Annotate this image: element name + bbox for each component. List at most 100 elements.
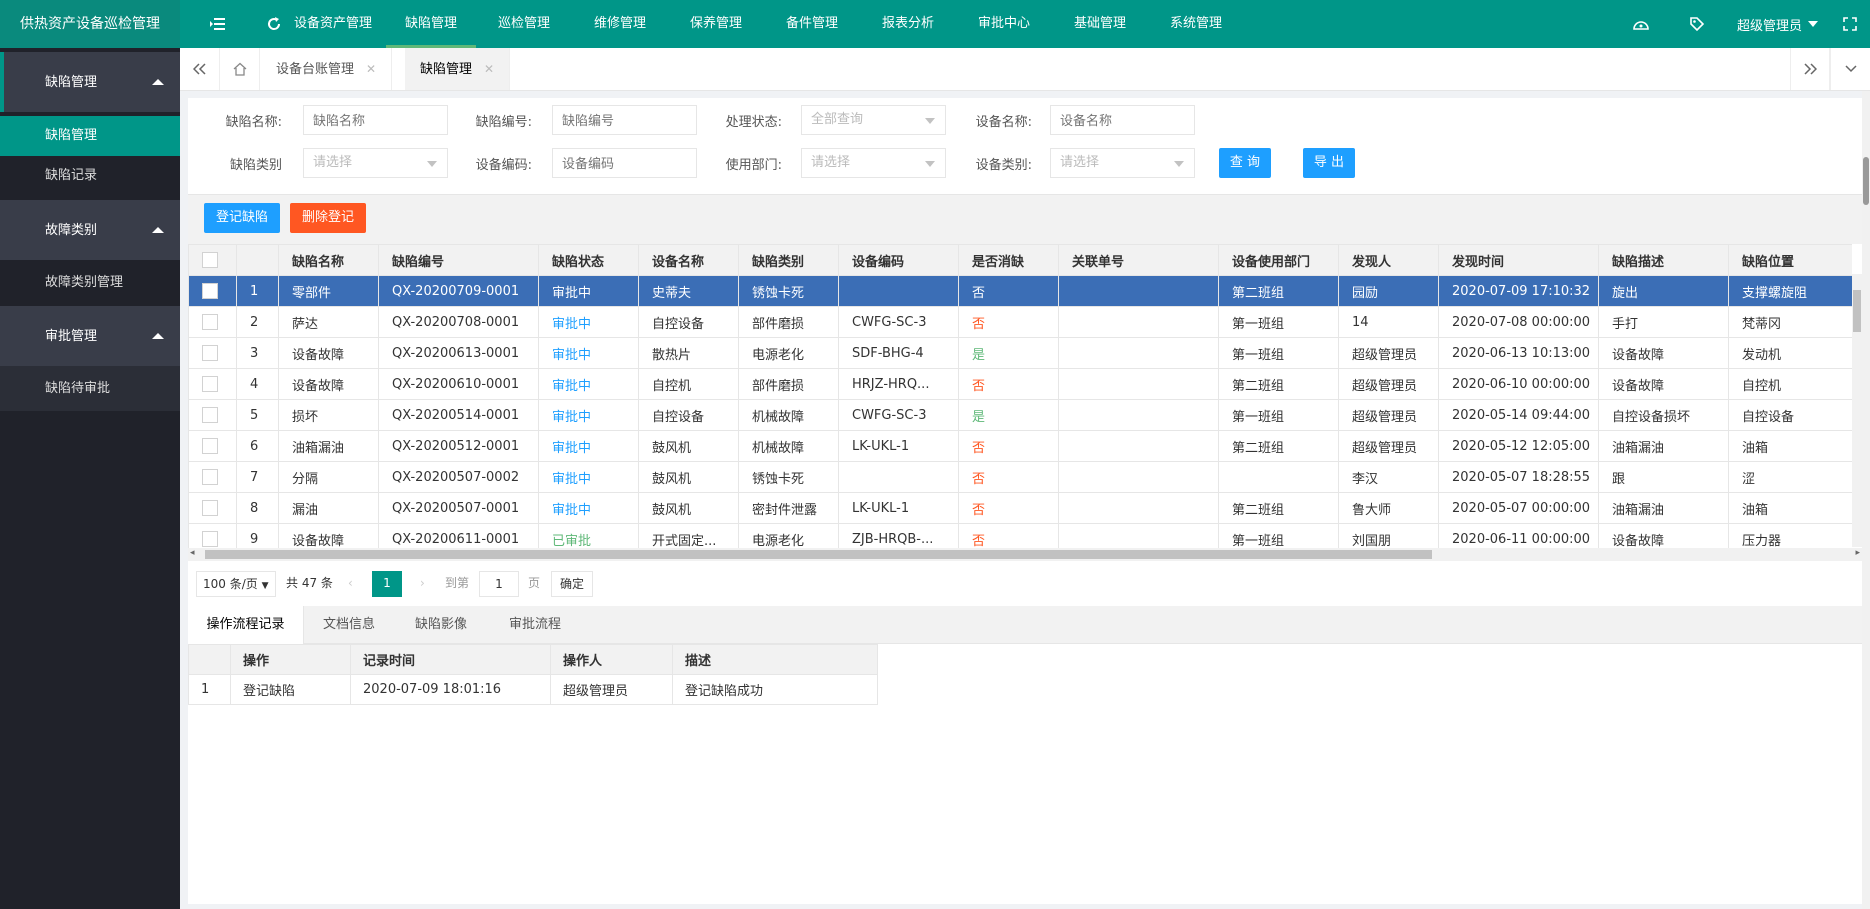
top-menu-item[interactable]: 报表分析 xyxy=(860,0,956,48)
prev-page-icon[interactable]: ‹ xyxy=(348,571,353,597)
row-checkbox[interactable] xyxy=(202,314,218,330)
top-menu-item[interactable]: 巡检管理 xyxy=(476,0,572,48)
row-checkbox-cell[interactable] xyxy=(188,492,237,524)
dept-select[interactable]: 请选择 xyxy=(801,148,946,178)
table-horizontal-scrollbar[interactable]: ◂ ▸ xyxy=(188,548,1862,561)
sidebar-item-fault-type[interactable]: 故障类别管理 xyxy=(0,260,180,305)
table-cell: 第二班组 xyxy=(1218,275,1339,307)
table-row[interactable]: 3 设备故障 QX-20200613-0001 审批中 散热片 电源老化 SDF-BHG-4… xyxy=(188,337,1852,369)
table-cell: 电源老化 xyxy=(738,337,839,369)
device-code-input[interactable] xyxy=(552,148,697,178)
column-header: 记录时间 xyxy=(350,644,551,675)
row-checkbox-cell[interactable] xyxy=(188,523,237,548)
table-row[interactable]: 6 油箱漏油 QX-20200512-0001 审批中 鼓风机 机械故障 LK-UKL-1 否… xyxy=(188,430,1852,462)
top-menu-item[interactable]: 保养管理 xyxy=(668,0,764,48)
row-checkbox-cell[interactable] xyxy=(188,399,237,431)
table-cell: 2020-05-14 09:44:00 xyxy=(1438,399,1599,431)
table-row[interactable]: 1 零部件 QX-20200709-0001 审批中 史蒂夫 锈蚀卡死 否 第二班组 园励 202… xyxy=(188,275,1852,307)
close-icon[interactable]: ✕ xyxy=(366,62,376,76)
scroll-right-icon[interactable]: ▸ xyxy=(1855,548,1860,558)
tabs-next-icon[interactable] xyxy=(1790,48,1830,90)
tab-device-ledger[interactable]: 设备台账管理 ✕ xyxy=(261,48,393,90)
table-cell: ZJB-HRQB-... xyxy=(838,523,959,548)
current-page[interactable]: 1 xyxy=(372,571,402,597)
table-cell: 否 xyxy=(958,430,1059,462)
row-checkbox[interactable] xyxy=(202,345,218,361)
sidebar-item-defect-record[interactable]: 缺陷记录 xyxy=(0,156,180,196)
sidebar-item-label: 缺陷待审批 xyxy=(45,381,111,396)
tag-icon[interactable] xyxy=(1677,0,1717,48)
close-icon[interactable]: ✕ xyxy=(484,62,494,76)
defect-type-select[interactable]: 请选择 xyxy=(303,148,448,178)
row-checkbox[interactable] xyxy=(202,407,218,423)
fullscreen-icon[interactable] xyxy=(1830,0,1870,48)
row-checkbox-cell[interactable] xyxy=(188,337,237,369)
theme-icon[interactable] xyxy=(1621,0,1661,48)
sidebar-item-defect-manage[interactable]: 缺陷管理 xyxy=(0,116,180,156)
table-cell: 密封件泄露 xyxy=(738,492,839,524)
next-page-icon[interactable]: › xyxy=(420,571,425,597)
sidebar-item-pending-approval[interactable]: 缺陷待审批 xyxy=(0,366,180,411)
page-vertical-scrollbar[interactable] xyxy=(1862,91,1870,909)
delete-register-button[interactable]: 删除登记 xyxy=(290,203,366,233)
top-menu-item[interactable]: 审批中心 xyxy=(956,0,1052,48)
table-vertical-scrollbar[interactable] xyxy=(1852,274,1862,547)
row-checkbox[interactable] xyxy=(202,500,218,516)
tab-doc-info[interactable]: 文档信息 xyxy=(304,606,394,644)
sidebar-group-approval[interactable]: 审批管理 xyxy=(0,306,180,366)
tab-approval-flow[interactable]: 审批流程 xyxy=(488,606,582,644)
row-checkbox[interactable] xyxy=(202,376,218,392)
export-button[interactable]: 导 出 xyxy=(1303,148,1355,178)
row-checkbox-cell[interactable] xyxy=(188,275,237,307)
table-row[interactable]: 9 设备故障 QX-20200611-0001 已审批 开式固定... 电源老化 ZJB-H… xyxy=(188,523,1852,548)
defect-no-input[interactable] xyxy=(552,105,697,135)
goto-confirm-button[interactable]: 确定 xyxy=(551,571,594,597)
row-checkbox-cell[interactable] xyxy=(188,368,237,400)
tab-defect-image[interactable]: 缺陷影像 xyxy=(394,606,488,644)
table-cell: 超级管理员 xyxy=(550,674,673,705)
row-checkbox-cell[interactable] xyxy=(188,430,237,462)
table-cell: 跟 xyxy=(1598,461,1729,493)
table-cell: 萨达 xyxy=(278,306,379,338)
goto-page-input[interactable]: 1 xyxy=(479,571,519,597)
table-row[interactable]: 7 分隔 QX-20200507-0002 审批中 鼓风机 锈蚀卡死 否 李汉 2020-05-… xyxy=(188,461,1852,493)
defect-name-input[interactable] xyxy=(303,105,448,135)
tab-flow-record[interactable]: 操作流程记录 xyxy=(188,606,304,644)
table-cell xyxy=(1058,399,1219,431)
table-row[interactable]: 4 设备故障 QX-20200610-0001 审批中 自控机 部件磨损 HRJZ-HRQ.… xyxy=(188,368,1852,400)
top-menu-item[interactable]: 维修管理 xyxy=(572,0,668,48)
checkbox[interactable] xyxy=(202,252,218,268)
table-row[interactable]: 5 损坏 QX-20200514-0001 审批中 自控设备 机械故障 CWFG-SC-3 是… xyxy=(188,399,1852,431)
top-menu-item[interactable]: 系统管理 xyxy=(1148,0,1244,48)
row-checkbox[interactable] xyxy=(202,531,218,547)
tab-defect-manage[interactable]: 缺陷管理 ✕ xyxy=(405,48,511,90)
device-type-select[interactable]: 请选择 xyxy=(1050,148,1195,178)
tabs-dropdown-icon[interactable] xyxy=(1830,48,1870,90)
row-checkbox-cell[interactable] xyxy=(188,461,237,493)
tabs-prev-icon[interactable] xyxy=(180,48,220,90)
row-checkbox[interactable] xyxy=(202,469,218,485)
sidebar-item-label: 故障类别管理 xyxy=(45,275,124,290)
home-icon[interactable] xyxy=(220,48,260,90)
top-menu-item[interactable]: 设备资产管理 xyxy=(280,0,386,48)
top-menu-item[interactable]: 缺陷管理 xyxy=(386,0,476,48)
page-size-select[interactable]: 100 条/页 ▼ xyxy=(196,571,276,597)
menu-toggle-icon[interactable] xyxy=(198,0,238,48)
top-menu-item[interactable]: 基础管理 xyxy=(1052,0,1148,48)
table-row[interactable]: 8 漏油 QX-20200507-0001 审批中 鼓风机 密封件泄露 LK-UKL-1 否 第… xyxy=(188,492,1852,524)
sidebar-group-fault[interactable]: 故障类别 xyxy=(0,200,180,260)
status-select[interactable]: 全部查询 xyxy=(801,105,946,135)
row-checkbox-cell[interactable] xyxy=(188,306,237,338)
query-button[interactable]: 查 询 xyxy=(1219,148,1271,178)
user-menu[interactable]: 超级管理员 xyxy=(1737,15,1818,34)
row-checkbox[interactable] xyxy=(202,283,218,299)
select-all-checkbox[interactable] xyxy=(188,244,237,276)
scroll-left-icon[interactable]: ◂ xyxy=(190,548,195,558)
register-defect-button[interactable]: 登记缺陷 xyxy=(204,203,280,233)
row-checkbox[interactable] xyxy=(202,438,218,454)
top-menu-item[interactable]: 备件管理 xyxy=(764,0,860,48)
table-row[interactable]: 2 萨达 QX-20200708-0001 审批中 自控设备 部件磨损 CWFG-SC-3 否… xyxy=(188,306,1852,338)
table-cell: 鲁大师 xyxy=(1338,492,1439,524)
device-name-input[interactable] xyxy=(1050,105,1195,135)
sidebar-group-defect[interactable]: 缺陷管理 xyxy=(0,52,180,112)
